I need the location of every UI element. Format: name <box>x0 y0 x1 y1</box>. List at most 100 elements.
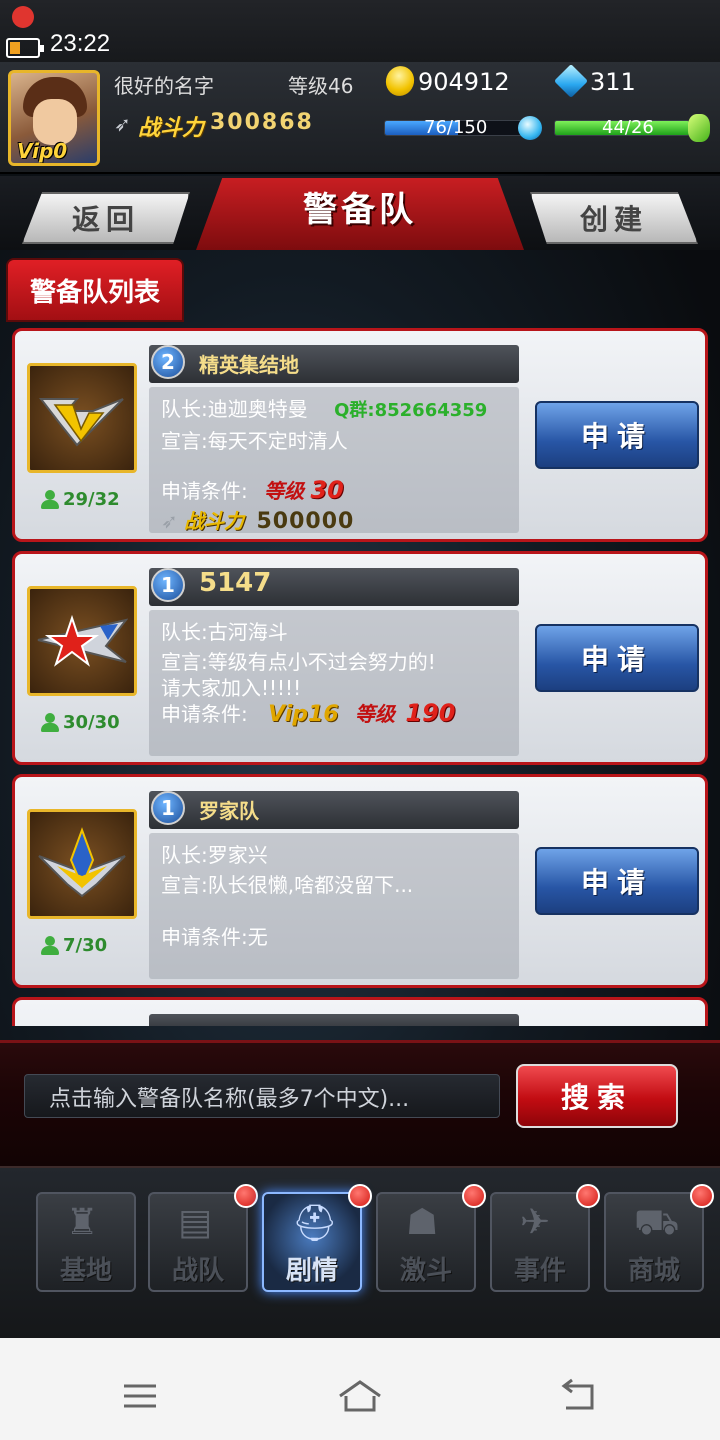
member-count: 7/30 <box>41 935 107 956</box>
nav-events[interactable]: ✈ 事件 <box>490 1184 600 1292</box>
condition-label: 申请条件: <box>161 479 248 503</box>
v-emblem-icon <box>38 398 124 447</box>
team-card <box>12 997 708 1026</box>
team-condition-row: 申请条件: Vip16 等级 190 <box>161 698 455 727</box>
team-declaration: 宣言:队长很懒,啥都没留下... <box>161 873 414 897</box>
notification-dot <box>462 1184 486 1208</box>
nav-base[interactable]: ♜ 基地 <box>36 1192 136 1292</box>
cards-icon: ▤ <box>178 1202 213 1243</box>
member-count: 30/30 <box>41 712 120 733</box>
condition-level: 190 <box>405 699 456 727</box>
condition-level-tag: 等级 <box>355 702 396 726</box>
battery-icon <box>6 38 44 58</box>
monster-icon: ☗ <box>406 1202 439 1243</box>
wing-emblem-icon <box>38 827 126 898</box>
team-emblem-v-icon <box>27 363 137 473</box>
gold-coin-icon <box>381 62 419 100</box>
team-leader: 队长:迪迦奥特曼 <box>161 397 308 421</box>
condition-label: 申请条件:无 <box>161 925 268 949</box>
status-bar: 23:22 <box>0 0 720 62</box>
nav-battle[interactable]: ☗ 激斗 <box>376 1184 486 1292</box>
nav-team[interactable]: ▤ 战队 <box>148 1184 258 1292</box>
team-rank: 1 <box>151 568 185 602</box>
back-button[interactable]: 返回 <box>22 192 190 244</box>
team-rank: 2 <box>151 345 185 379</box>
team-card: 29/32 2 精英集结地 队长:迪迦奥特曼 Q群:852664359 宣言:每… <box>12 328 708 542</box>
hero-helmet-icon: ⛑ <box>292 1203 338 1244</box>
condition-vip: Vip16 <box>268 702 339 727</box>
gem-amount: 311 <box>590 68 636 96</box>
player-header: Vip0 很好的名字 等级46 904912 311 ➶ 战斗力 300868 … <box>0 62 720 174</box>
team-name: 5147 <box>199 568 272 598</box>
recording-dot-icon <box>12 6 34 28</box>
stamina-leaf-icon <box>688 114 710 142</box>
member-count-text: 30/30 <box>63 712 120 733</box>
home-icon[interactable] <box>336 1376 384 1416</box>
notification-dot <box>690 1184 714 1208</box>
stamina-text: 44/26 <box>602 117 654 138</box>
team-emblem-wing-icon <box>27 809 137 919</box>
apply-button[interactable]: 申请 <box>535 624 699 692</box>
back-nav-icon-glyph <box>561 1378 594 1410</box>
back-nav-icon[interactable] <box>558 1376 602 1416</box>
power-wing-icon: ➶ <box>161 509 178 533</box>
home-icon-glyph <box>339 1380 381 1412</box>
jet-icon: ✈ <box>520 1202 551 1243</box>
cart-icon: ⛟ <box>634 1202 680 1243</box>
nav-label: 商城 <box>627 1256 680 1286</box>
star-emblem-icon <box>37 614 128 667</box>
notification-dot <box>234 1184 258 1208</box>
team-leader-row: 队长:迪迦奥特曼 Q群:852664359 <box>161 393 487 422</box>
team-emblem-star-icon <box>27 586 137 696</box>
team-name-bar: 1 5147 <box>149 568 519 606</box>
team-declaration: 宣言:等级有点小不过会努力的! <box>161 650 436 674</box>
condition-power: 500000 <box>256 509 355 534</box>
team-list[interactable]: 29/32 2 精英集结地 队长:迪迦奥特曼 Q群:852664359 宣言:每… <box>0 322 720 1026</box>
team-card: 30/30 1 5147 队长:古河海斗 宣言:等级有点小不过会努力的! 请大家… <box>12 551 708 765</box>
menu-icon-glyph <box>124 1384 156 1408</box>
team-declaration: 宣言:每天不定时清人 <box>161 429 348 453</box>
notification-dot <box>576 1184 600 1208</box>
energy-orb-icon <box>518 116 542 140</box>
nav-label: 剧情 <box>285 1256 338 1286</box>
team-info: 队长:古河海斗 宣言:等级有点小不过会努力的! 请大家加入!!!!! 申请条件:… <box>149 610 519 756</box>
condition-label: 申请条件: <box>161 702 248 726</box>
team-rank: 1 <box>151 791 185 825</box>
members-icon <box>41 489 59 510</box>
gold-amount: 904912 <box>418 68 510 96</box>
power-value: 300868 <box>210 110 314 135</box>
team-name-bar: 1 罗家队 <box>149 791 519 829</box>
game-screen: 23:22 Vip0 很好的名字 等级46 904912 311 ➶ 战斗力 3… <box>0 0 720 1338</box>
team-info: 队长:罗家兴 宣言:队长很懒,啥都没留下... 申请条件:无 <box>149 833 519 979</box>
search-button[interactable]: 搜索 <box>516 1064 678 1128</box>
player-avatar[interactable]: Vip0 <box>8 70 100 166</box>
power-label: 战斗力 <box>138 116 205 141</box>
apply-button[interactable]: 申请 <box>535 401 699 469</box>
castle-icon: ♜ <box>66 1202 99 1243</box>
menu-icon[interactable] <box>120 1376 164 1416</box>
team-qq-group: Q群:852664359 <box>334 400 488 421</box>
member-count-text: 7/30 <box>63 935 108 956</box>
search-input[interactable]: 点击输入警备队名称(最多7个中文)... <box>24 1074 500 1118</box>
create-button[interactable]: 创建 <box>530 192 698 244</box>
condition-level-tag: 等级 <box>264 479 305 503</box>
tab-team-list[interactable]: 警备队列表 <box>6 258 184 322</box>
team-name: 罗家队 <box>199 799 259 823</box>
team-condition-row: 申请条件: 等级 30 <box>161 475 344 504</box>
player-name: 很好的名字 <box>114 74 214 98</box>
nav-story[interactable]: ⛑ 剧情 <box>262 1184 372 1292</box>
nav-label: 战队 <box>171 1256 224 1286</box>
nav-shop[interactable]: ⛟ 商城 <box>604 1184 714 1292</box>
energy-text: 76/150 <box>424 117 488 138</box>
notification-dot <box>348 1184 372 1208</box>
nav-label: 基地 <box>59 1256 112 1286</box>
blue-gem-icon <box>554 64 588 98</box>
member-count-text: 29/32 <box>63 489 120 510</box>
player-level: 等级46 <box>288 74 354 98</box>
team-name-bar: 2 精英集结地 <box>149 345 519 383</box>
nav-label: 激斗 <box>399 1256 452 1286</box>
power-wing-icon: ➶ <box>114 112 131 136</box>
team-name: 精英集结地 <box>199 353 299 377</box>
members-icon <box>41 935 59 956</box>
apply-button[interactable]: 申请 <box>535 847 699 915</box>
